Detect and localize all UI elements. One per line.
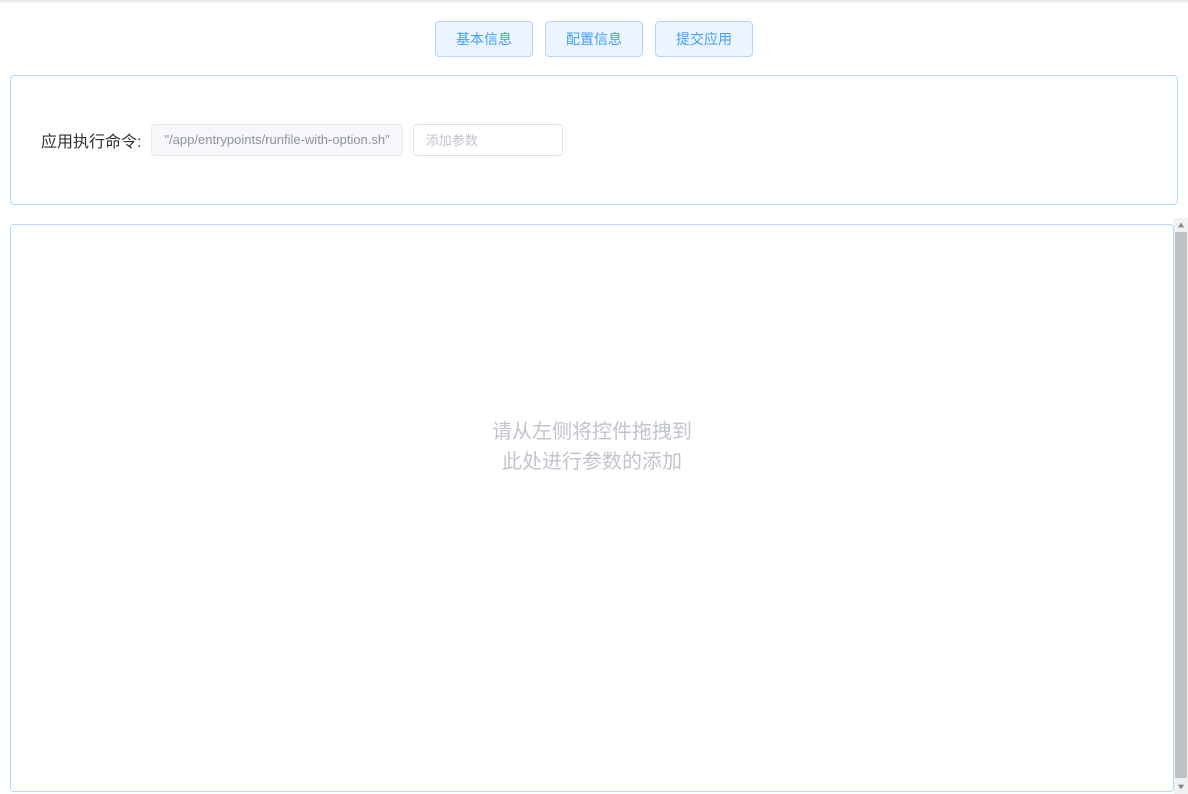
command-label: 应用执行命令: [41, 128, 141, 152]
command-card: 应用执行命令: "/app/entrypoints/runfile-with-o… [10, 75, 1178, 205]
command-value-display: "/app/entrypoints/runfile-with-option.sh… [151, 124, 402, 156]
scrollbar-track[interactable] [1174, 218, 1188, 794]
tab-config-info[interactable]: 配置信息 [545, 21, 643, 57]
drop-placeholder-text: 请从左侧将控件拖拽到 此处进行参数的添加 [492, 417, 692, 477]
drop-placeholder-line1: 请从左侧将控件拖拽到 [492, 417, 692, 447]
chevron-down-icon [1177, 783, 1185, 791]
tab-basic-info[interactable]: 基本信息 [435, 21, 533, 57]
scrollbar-down-arrow[interactable] [1174, 780, 1188, 794]
drop-placeholder-line2: 此处进行参数的添加 [492, 447, 692, 477]
command-row: 应用执行命令: "/app/entrypoints/runfile-with-o… [41, 124, 1147, 156]
lower-section: 请从左侧将控件拖拽到 此处进行参数的添加 [0, 218, 1188, 794]
add-param-input[interactable] [413, 124, 563, 156]
scrollbar-up-arrow[interactable] [1174, 218, 1188, 232]
tab-submit-app[interactable]: 提交应用 [655, 21, 753, 57]
chevron-up-icon [1177, 221, 1185, 229]
tabs-row: 基本信息 配置信息 提交应用 [0, 3, 1188, 75]
scrollbar-thumb[interactable] [1175, 232, 1187, 778]
drop-zone[interactable]: 请从左侧将控件拖拽到 此处进行参数的添加 [10, 224, 1174, 792]
